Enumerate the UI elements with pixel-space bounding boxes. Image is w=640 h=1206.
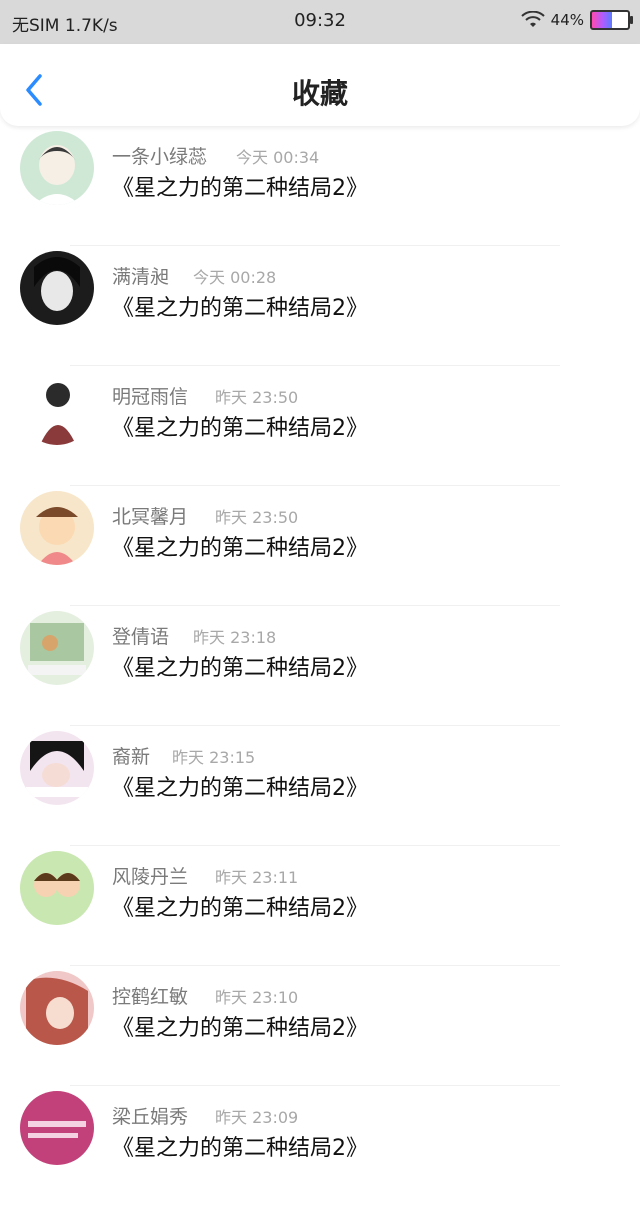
item-title[interactable]: 《星之力的第二种结局2》 bbox=[112, 1130, 368, 1162]
item-name: 裔新 bbox=[112, 746, 151, 768]
status-right: 44% bbox=[520, 10, 633, 30]
avatar[interactable] bbox=[20, 1091, 94, 1165]
item-time: 昨天 23:50 bbox=[215, 508, 299, 527]
list-item[interactable]: 满清昶 今天 00:28 《星之力的第二种结局2》 bbox=[0, 246, 640, 366]
list-item[interactable]: 一条小绿蕊 今天 00:34 《星之力的第二种结局2》 bbox=[0, 126, 640, 246]
item-title[interactable]: 《星之力的第二种结局2》 bbox=[112, 1010, 368, 1042]
item-name: 梁丘娟秀 bbox=[112, 1106, 189, 1128]
item-title[interactable]: 《星之力的第二种结局2》 bbox=[112, 530, 368, 562]
avatar[interactable] bbox=[20, 851, 94, 925]
item-time: 今天 00:34 bbox=[236, 148, 320, 167]
status-bar: 无SIM 1.7K/s 09:32 44% bbox=[0, 0, 640, 44]
item-title[interactable]: 《星之力的第二种结局2》 bbox=[112, 650, 368, 682]
battery-icon bbox=[590, 10, 633, 30]
item-time: 昨天 23:50 bbox=[215, 388, 299, 407]
item-title[interactable]: 《星之力的第二种结局2》 bbox=[112, 890, 368, 922]
avatar[interactable] bbox=[20, 611, 94, 685]
list-item[interactable]: 梁丘娟秀 昨天 23:09 《星之力的第二种结局2》 bbox=[0, 1086, 640, 1206]
item-name: 控鹤红敏 bbox=[112, 986, 189, 1008]
avatar[interactable] bbox=[20, 731, 94, 805]
item-name: 一条小绿蕊 bbox=[112, 146, 208, 168]
battery-text: 44% bbox=[550, 11, 584, 29]
list-item[interactable]: 登倩语 昨天 23:18 《星之力的第二种结局2》 bbox=[0, 606, 640, 726]
item-name: 北冥馨月 bbox=[112, 506, 189, 528]
avatar[interactable] bbox=[20, 971, 94, 1045]
item-title[interactable]: 《星之力的第二种结局2》 bbox=[112, 170, 368, 202]
item-time: 今天 00:28 bbox=[193, 268, 277, 287]
item-time: 昨天 23:11 bbox=[215, 868, 299, 887]
item-time: 昨天 23:15 bbox=[172, 748, 256, 767]
nav-bar: 收藏 bbox=[0, 44, 640, 126]
item-time: 昨天 23:18 bbox=[193, 628, 277, 647]
list-item[interactable]: 控鹤红敏 昨天 23:10 《星之力的第二种结局2》 bbox=[0, 966, 640, 1086]
item-name: 登倩语 bbox=[112, 626, 170, 648]
list-item[interactable]: 北冥馨月 昨天 23:50 《星之力的第二种结局2》 bbox=[0, 486, 640, 606]
item-time: 昨天 23:09 bbox=[215, 1108, 299, 1127]
item-name: 满清昶 bbox=[112, 266, 170, 288]
item-title[interactable]: 《星之力的第二种结局2》 bbox=[112, 410, 368, 442]
avatar[interactable] bbox=[20, 371, 94, 445]
item-time: 昨天 23:10 bbox=[215, 988, 299, 1007]
list-item[interactable]: 风陵丹兰 昨天 23:11 《星之力的第二种结局2》 bbox=[0, 846, 640, 966]
list-item[interactable]: 明冠雨信 昨天 23:50 《星之力的第二种结局2》 bbox=[0, 366, 640, 486]
item-name: 明冠雨信 bbox=[112, 386, 189, 408]
avatar[interactable] bbox=[20, 251, 94, 325]
wifi-icon bbox=[520, 11, 545, 27]
page-title: 收藏 bbox=[291, 77, 348, 110]
list-item[interactable]: 裔新 昨天 23:15 《星之力的第二种结局2》 bbox=[0, 726, 640, 846]
item-title[interactable]: 《星之力的第二种结局2》 bbox=[112, 290, 368, 322]
item-name: 风陵丹兰 bbox=[112, 866, 189, 888]
avatar[interactable] bbox=[20, 131, 94, 205]
item-title[interactable]: 《星之力的第二种结局2》 bbox=[112, 770, 368, 802]
favorites-list: 一条小绿蕊 今天 00:34 《星之力的第二种结局2》 满清昶 今天 00:28… bbox=[0, 126, 640, 1206]
avatar[interactable] bbox=[20, 491, 94, 565]
